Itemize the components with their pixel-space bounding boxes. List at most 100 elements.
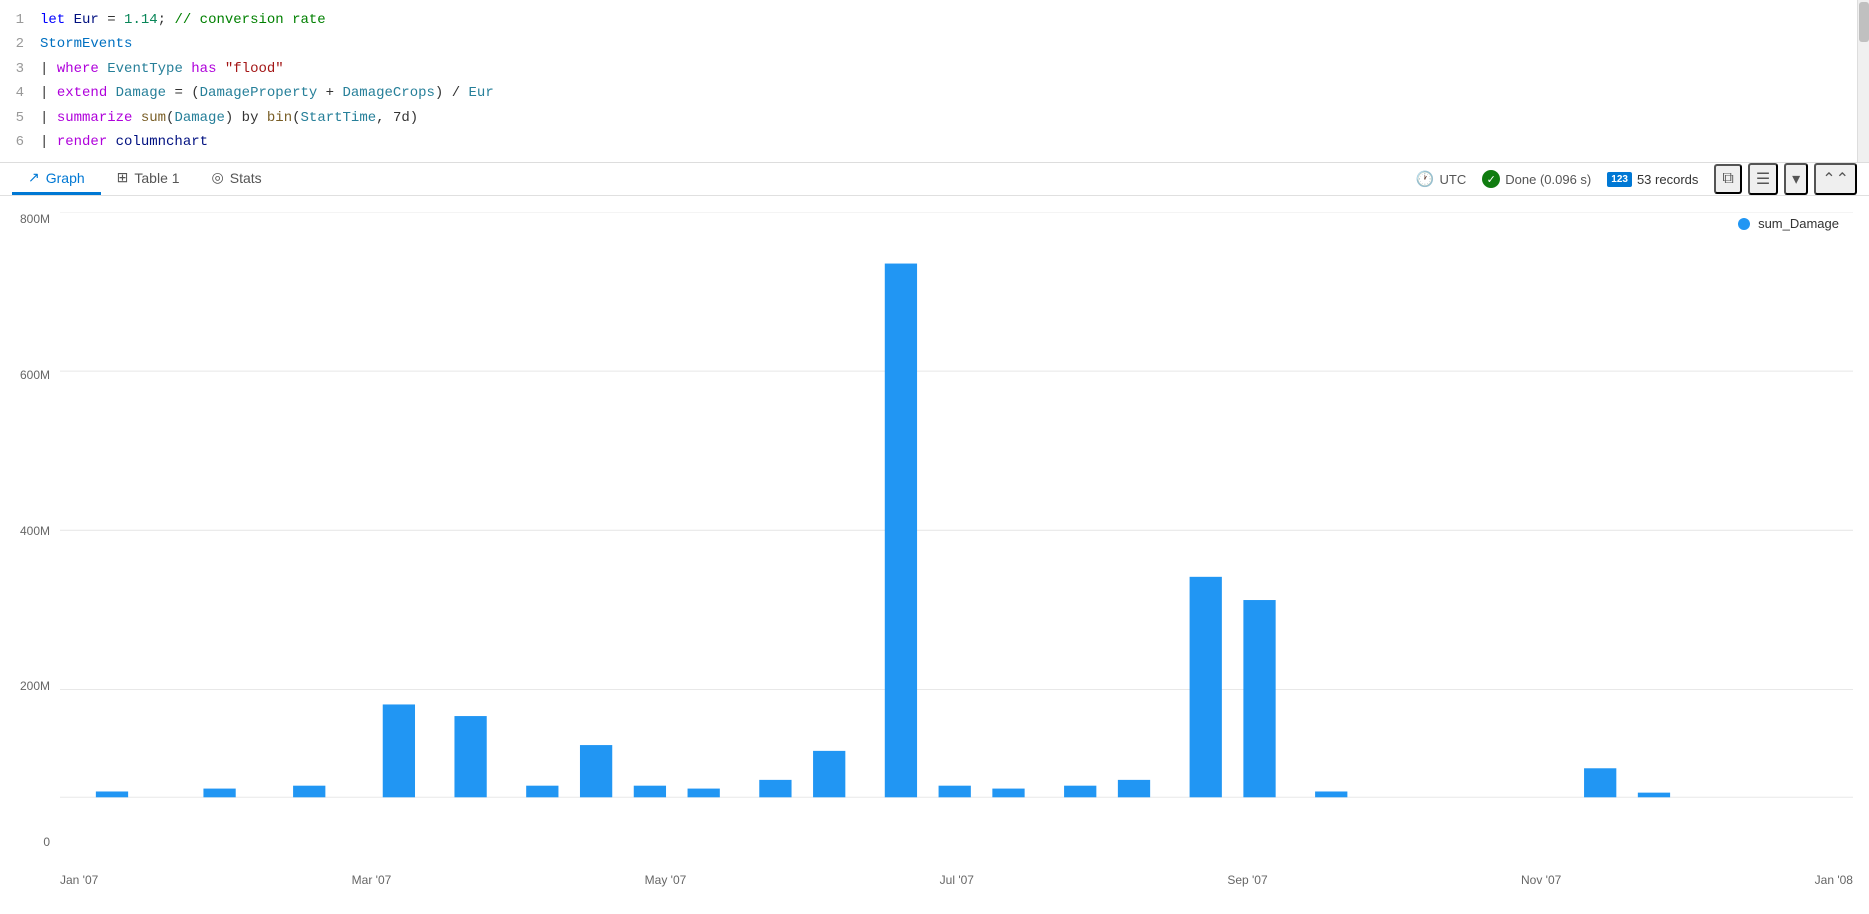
results-panel: ↗ Graph ⊞ Table 1 ◎ Stats 🕐 UTC ✓ Done (… [0, 163, 1869, 892]
token: DamageCrops [343, 85, 435, 101]
bar-sep2[interactable] [1243, 600, 1275, 797]
chart-area: sum_Damage 800M600M400M200M0 Jan '07Mar … [0, 196, 1869, 899]
scrollbar[interactable] [1857, 0, 1869, 162]
line-number: 2 [0, 33, 40, 55]
legend-label: sum_Damage [1758, 216, 1839, 231]
line-number: 6 [0, 131, 40, 153]
status-right: 🕐 UTC ✓ Done (0.096 s) 123 53 records ⧉ … [1416, 163, 1857, 195]
bar-jul2[interactable] [939, 786, 971, 798]
line-content[interactable]: | summarize sum(Damage) by bin(StartTime… [40, 107, 1869, 129]
bar-small[interactable] [293, 786, 325, 798]
code-line-5: 5| summarize sum(Damage) by bin(StartTim… [0, 106, 1869, 130]
bar-apr[interactable] [454, 716, 486, 797]
token: + [317, 85, 342, 101]
scrollbar-thumb[interactable] [1859, 2, 1869, 42]
x-axis-label: Jan '08 [1815, 873, 1853, 887]
line-content[interactable]: StormEvents [40, 33, 1869, 55]
token: Damage [116, 85, 166, 101]
token: sum [141, 110, 166, 126]
bar-jun[interactable] [759, 780, 791, 797]
bar-sep3[interactable] [1315, 792, 1347, 798]
columns-button[interactable]: ☰ [1748, 163, 1778, 195]
copy-button[interactable]: ⧉ [1714, 164, 1741, 194]
tab-stats[interactable]: ◎ Stats [196, 163, 278, 195]
bar-jul3[interactable] [992, 789, 1024, 798]
tab-graph-label: Graph [46, 170, 85, 186]
token: ( [292, 110, 300, 126]
line-number: 5 [0, 107, 40, 129]
bar-jun2[interactable] [813, 751, 845, 797]
x-axis-label: Nov '07 [1521, 873, 1561, 887]
bar-apr2[interactable] [526, 786, 558, 798]
line-number: 3 [0, 58, 40, 80]
utc-status: 🕐 UTC [1416, 170, 1466, 188]
line-content[interactable]: | render columnchart [40, 131, 1869, 153]
line-content[interactable]: | where EventType has "flood" [40, 58, 1869, 80]
table-icon: ⊞ [117, 169, 129, 186]
y-axis-label: 600M [20, 368, 50, 382]
chart-legend: sum_Damage [1738, 216, 1839, 231]
token: summarize [57, 110, 141, 126]
y-axis-label: 200M [20, 679, 50, 693]
x-axis-label: May '07 [645, 873, 687, 887]
records-count: 123 53 records [1607, 172, 1698, 187]
token: has [183, 61, 225, 77]
token: "flood" [225, 61, 284, 77]
code-editor[interactable]: 1let Eur = 1.14; // conversion rate2Stor… [0, 0, 1869, 163]
token: | [40, 110, 57, 126]
bar-tiny[interactable] [96, 792, 128, 798]
bar-dec2[interactable] [1638, 793, 1670, 798]
token: | [40, 61, 57, 77]
y-axis-label: 0 [43, 835, 50, 849]
done-check-icon: ✓ [1482, 170, 1500, 188]
bar-jul_peak[interactable] [885, 264, 917, 798]
code-line-1: 1let Eur = 1.14; // conversion rate [0, 8, 1869, 32]
bar-may2[interactable] [634, 786, 666, 798]
token: ; [158, 12, 175, 28]
tab-graph[interactable]: ↗ Graph [12, 163, 101, 195]
token: = [99, 12, 124, 28]
bar-aug[interactable] [1064, 786, 1096, 798]
token: ) / [435, 85, 469, 101]
x-axis-label: Jul '07 [940, 873, 974, 887]
token: Eur [74, 12, 99, 28]
token: = ( [166, 85, 200, 101]
token: EventType [107, 61, 183, 77]
tab-table1[interactable]: ⊞ Table 1 [101, 163, 196, 195]
clock-icon: 🕐 [1416, 170, 1435, 188]
line-number: 4 [0, 82, 40, 104]
token: DamageProperty [200, 85, 318, 101]
token: ) by [225, 110, 267, 126]
line-content[interactable]: let Eur = 1.14; // conversion rate [40, 9, 1869, 31]
line-number: 1 [0, 9, 40, 31]
y-axis-label: 400M [20, 524, 50, 538]
tab-table1-label: Table 1 [134, 170, 179, 186]
bar-sep_high[interactable] [1190, 577, 1222, 797]
token: StormEvents [40, 36, 132, 52]
bar-mar[interactable] [383, 705, 415, 798]
bar-aug2[interactable] [1118, 780, 1150, 797]
x-axis-label: Sep '07 [1227, 873, 1267, 887]
x-axis: Jan '07Mar '07May '07Jul '07Sep '07Nov '… [60, 873, 1853, 887]
tab-stats-label: Stats [230, 170, 262, 186]
token: bin [267, 110, 292, 126]
bar-dec[interactable] [1584, 769, 1616, 798]
bar-may[interactable] [580, 745, 612, 797]
toolbar-icons: ⧉ ☰ ▾ ⌃⌃ [1714, 163, 1857, 195]
line-content[interactable]: | extend Damage = (DamageProperty + Dama… [40, 82, 1869, 104]
done-status: ✓ Done (0.096 s) [1482, 170, 1591, 188]
token: columnchart [116, 134, 208, 150]
stats-icon: ◎ [212, 169, 224, 186]
code-line-2: 2StormEvents [0, 32, 1869, 56]
token: , 7d) [376, 110, 418, 126]
bar-tiny2[interactable] [203, 789, 235, 798]
collapse-button[interactable]: ⌃⌃ [1814, 163, 1857, 195]
y-axis: 800M600M400M200M0 [0, 212, 58, 849]
token: | [40, 134, 57, 150]
chart-line-icon: ↗ [28, 169, 40, 186]
bar-may3[interactable] [688, 789, 720, 798]
token: extend [57, 85, 116, 101]
token: render [57, 134, 116, 150]
token: | [40, 85, 57, 101]
expand-button[interactable]: ▾ [1784, 163, 1808, 195]
